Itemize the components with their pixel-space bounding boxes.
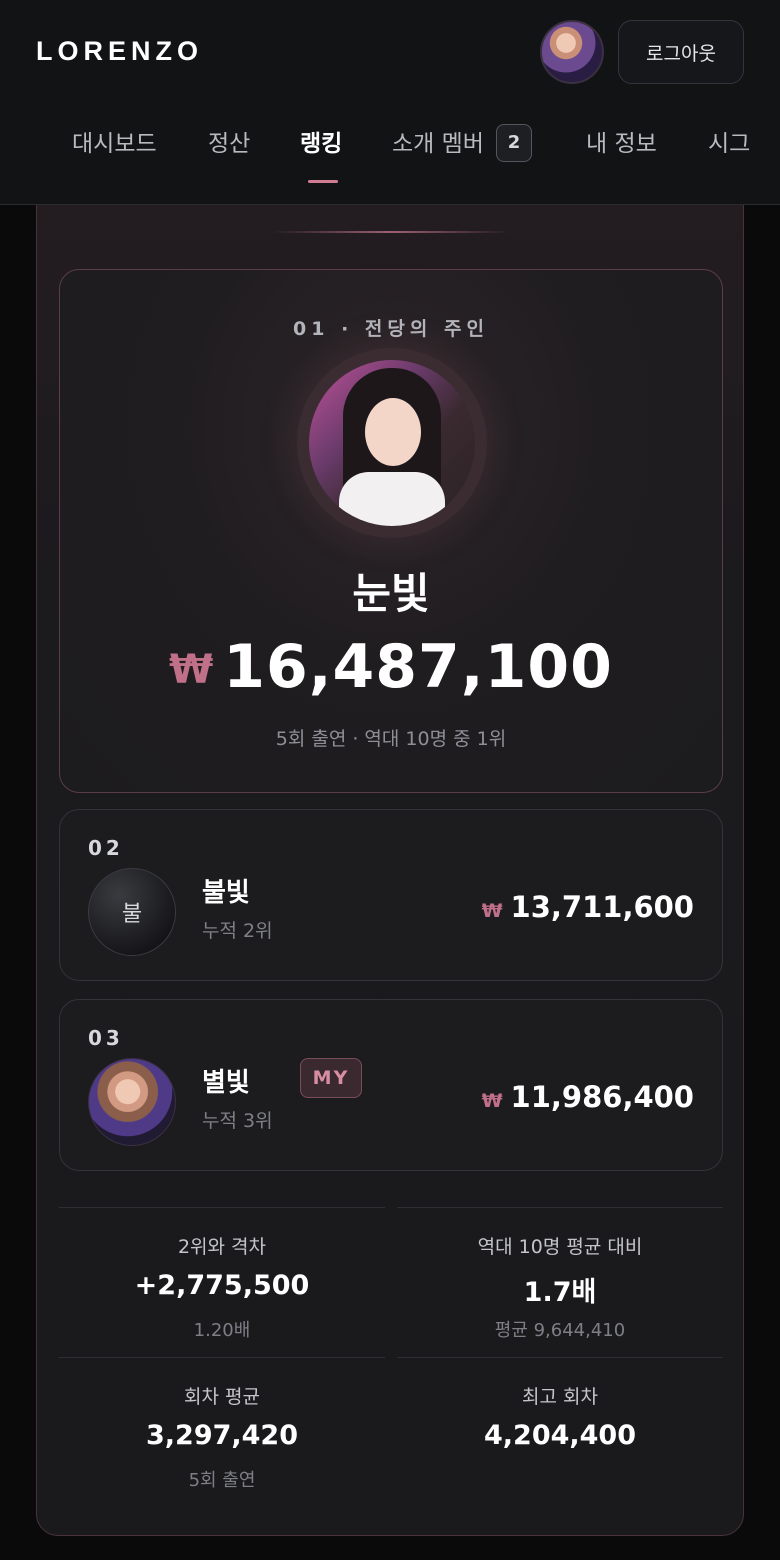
rank-number: 03 bbox=[88, 1026, 124, 1050]
stat-episode-average: 회차 평균 3,297,420 5회 출연 bbox=[59, 1357, 385, 1507]
tab-ranking[interactable]: 랭킹 bbox=[300, 124, 342, 158]
member-name: 불빛 bbox=[202, 878, 250, 908]
won-currency-icon: ₩ bbox=[481, 900, 503, 922]
stat-value: +2,775,500 bbox=[134, 1270, 310, 1301]
member-sub: 누적 2위 bbox=[202, 920, 273, 942]
member-amount: ₩13,711,600 bbox=[482, 890, 694, 924]
app-header: LORENZO 로그아웃 대시보드 정산 랭킹 소개 멤버 2 내 정보 시그 bbox=[0, 0, 780, 205]
first-sub: 5회 출연 · 역대 10명 중 1위 bbox=[275, 728, 507, 750]
member-amount-value: 13,711,600 bbox=[510, 890, 694, 924]
stat-label: 역대 10명 평균 대비 bbox=[477, 1236, 643, 1258]
stat-value: 4,204,400 bbox=[483, 1420, 637, 1451]
tab-dashboard[interactable]: 대시보드 bbox=[72, 124, 157, 158]
my-badge: MY bbox=[300, 1058, 362, 1098]
member-amount: ₩11,986,400 bbox=[482, 1080, 694, 1114]
stat-best-episode: 최고 회차 4,204,400 bbox=[397, 1357, 723, 1507]
stat-value: 3,297,420 bbox=[145, 1420, 299, 1451]
tab-settlement[interactable]: 정산 bbox=[208, 124, 250, 158]
logout-button[interactable]: 로그아웃 bbox=[618, 20, 744, 84]
stat-vs-average: 역대 10명 평균 대비 1.7배 평균 9,644,410 bbox=[397, 1207, 723, 1357]
main-nav: 대시보드 정산 랭킹 소개 멤버 2 내 정보 시그 bbox=[0, 110, 780, 190]
stat-label: 회차 평균 bbox=[184, 1386, 260, 1408]
avatar: 불 bbox=[88, 868, 176, 956]
rank-number: 02 bbox=[88, 836, 124, 860]
member-amount-value: 11,986,400 bbox=[510, 1080, 694, 1114]
stat-note: 1.20배 bbox=[193, 1320, 251, 1341]
rank-card-03[interactable]: 03 별빛 MY 누적 3위 ₩11,986,400 bbox=[59, 999, 723, 1171]
profile-avatar[interactable] bbox=[540, 20, 604, 84]
ranking-panel: 01 · 전당의 주인 눈빛 ₩16,487,100 5회 출연 · 역대 10… bbox=[36, 170, 744, 1536]
member-sub: 누적 3위 bbox=[202, 1110, 273, 1132]
stat-value: 1.7배 bbox=[523, 1277, 597, 1308]
rank-card-02[interactable]: 02 불 불빛 누적 2위 ₩13,711,600 bbox=[59, 809, 723, 981]
panel-divider bbox=[273, 231, 509, 233]
logo[interactable]: LORENZO bbox=[36, 36, 203, 67]
won-currency-icon: ₩ bbox=[481, 1090, 503, 1112]
tab-referral-members-label: 소개 멤버 bbox=[392, 131, 484, 157]
stat-note: 평균 9,644,410 bbox=[494, 1320, 626, 1341]
stat-label: 2위와 격차 bbox=[177, 1236, 267, 1258]
first-avatar-ring bbox=[297, 348, 487, 538]
tab-sig[interactable]: 시그 bbox=[708, 124, 750, 158]
stat-label: 최고 회차 bbox=[522, 1386, 598, 1408]
member-name: 별빛 bbox=[202, 1068, 250, 1098]
tab-referral-members[interactable]: 소개 멤버 2 bbox=[392, 123, 532, 164]
first-name: 눈빛 bbox=[352, 569, 430, 618]
first-amount-value: 16,487,100 bbox=[223, 632, 613, 702]
first-avatar bbox=[309, 360, 475, 526]
won-currency-icon: ₩ bbox=[169, 647, 214, 693]
stat-note: 5회 출연 bbox=[188, 1470, 256, 1491]
referral-count-badge: 2 bbox=[495, 123, 532, 162]
stat-gap-to-second: 2위와 격차 +2,775,500 1.20배 bbox=[59, 1207, 385, 1357]
tab-my-info[interactable]: 내 정보 bbox=[586, 124, 657, 158]
avatar bbox=[88, 1058, 176, 1146]
first-amount: ₩16,487,100 bbox=[60, 632, 722, 702]
stats-grid: 2위와 격차 +2,775,500 1.20배 역대 10명 평균 대비 1.7… bbox=[59, 1207, 723, 1507]
first-rank-label: 01 · 전당의 주인 bbox=[293, 318, 489, 340]
active-tab-indicator bbox=[308, 180, 338, 183]
first-place-card[interactable]: 01 · 전당의 주인 눈빛 ₩16,487,100 5회 출연 · 역대 10… bbox=[59, 269, 723, 793]
